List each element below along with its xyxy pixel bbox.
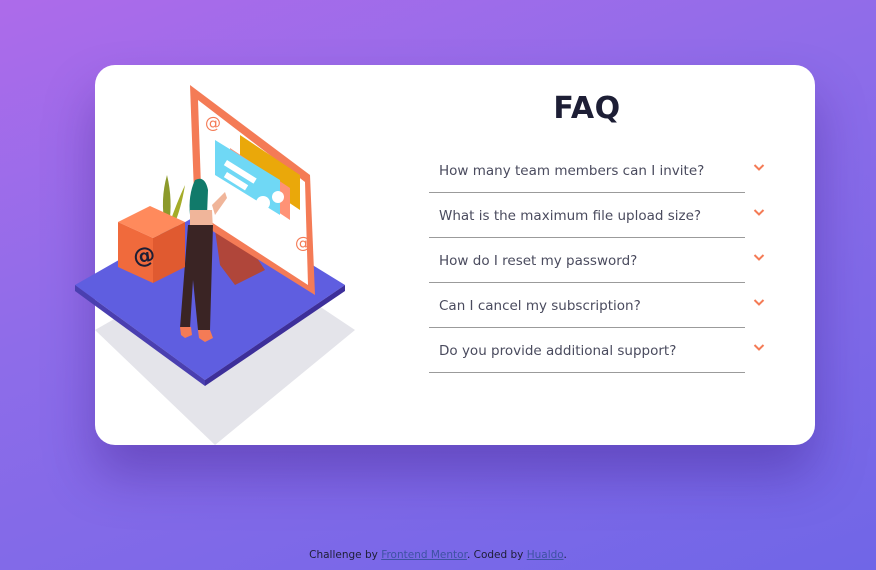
faq-item[interactable]: How do I reset my password? bbox=[429, 239, 765, 283]
faq-item[interactable]: What is the maximum file upload size? bbox=[429, 194, 765, 238]
chevron-down-icon[interactable] bbox=[753, 253, 765, 263]
chevron-down-icon[interactable] bbox=[753, 343, 765, 353]
chevron-down-icon[interactable] bbox=[753, 208, 765, 218]
at-sign-icon: @ bbox=[295, 233, 311, 252]
faq-item[interactable]: Do you provide additional support? bbox=[429, 329, 765, 373]
faq-question[interactable]: How do I reset my password? bbox=[439, 253, 637, 269]
faq-question[interactable]: Can I cancel my subscription? bbox=[439, 298, 641, 314]
faq-question[interactable]: Do you provide additional support? bbox=[439, 343, 676, 359]
faq-accordion: How many team members can I invite? What… bbox=[429, 149, 765, 374]
footer-suffix: . bbox=[563, 549, 567, 561]
footer-prefix: Challenge by bbox=[309, 549, 382, 561]
faq-item[interactable]: Can I cancel my subscription? bbox=[429, 284, 765, 328]
at-sign-icon: @ bbox=[205, 113, 221, 132]
woman-hair bbox=[189, 178, 208, 215]
author-link[interactable]: Hualdo bbox=[527, 549, 564, 561]
illustration-graphic: @ @ @ bbox=[75, 85, 355, 445]
page-title: FAQ bbox=[553, 91, 621, 126]
chevron-down-icon[interactable] bbox=[753, 298, 765, 308]
at-sign-icon: @ bbox=[132, 242, 157, 270]
faq-question[interactable]: How many team members can I invite? bbox=[439, 163, 704, 179]
frontend-mentor-link[interactable]: Frontend Mentor bbox=[381, 549, 467, 561]
attribution-footer: Challenge by Frontend Mentor. Coded by H… bbox=[0, 549, 876, 561]
illustration-woman-online: @ @ @ bbox=[75, 65, 425, 445]
faq-card: @ @ @ FAQ How many team members can I in… bbox=[75, 65, 815, 445]
faq-item[interactable]: How many team members can I invite? bbox=[429, 149, 765, 193]
chevron-down-icon[interactable] bbox=[753, 163, 765, 173]
faq-question[interactable]: What is the maximum file upload size? bbox=[439, 208, 701, 224]
footer-middle: . Coded by bbox=[466, 549, 527, 561]
